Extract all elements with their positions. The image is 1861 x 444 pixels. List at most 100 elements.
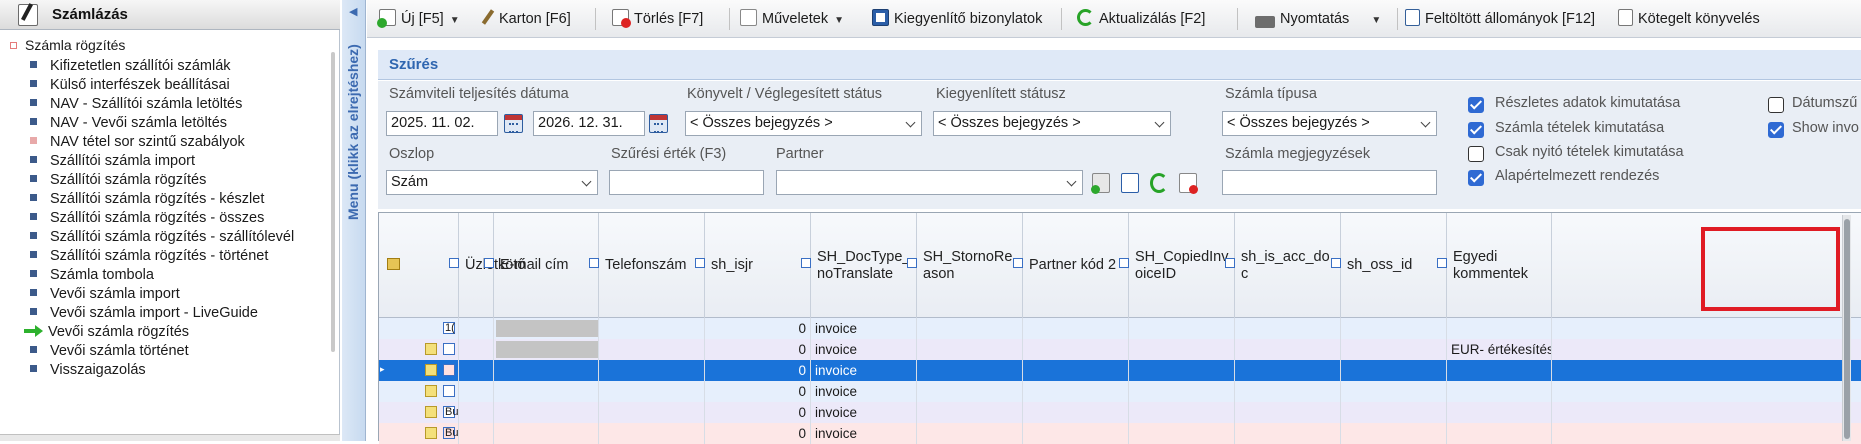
column-header[interactable]: SH_StornoRe ason	[907, 213, 1023, 318]
column-header[interactable]: SH_DocType_ noTranslate	[801, 213, 917, 318]
table-cell[interactable]	[599, 381, 705, 402]
column-header[interactable]: Telefonszám	[589, 213, 705, 318]
column-header[interactable]: SH_CopiedInv oiceID	[1119, 213, 1235, 318]
column-header[interactable]: Egyedi kommentek	[1437, 213, 1552, 318]
column-header[interactable]: sh_is_acc_do c	[1225, 213, 1341, 318]
table-cell[interactable]	[1023, 402, 1129, 423]
table-cell[interactable]	[494, 381, 599, 402]
table-cell[interactable]	[459, 339, 494, 360]
table-cell[interactable]: invoice	[811, 339, 917, 360]
collapse-icon[interactable]	[10, 42, 17, 49]
table-cell[interactable]	[917, 360, 1023, 381]
new-button[interactable]: Új [F5] ▼	[377, 9, 460, 29]
row-checkbox[interactable]	[443, 343, 455, 355]
table-cell[interactable]	[459, 318, 494, 339]
grid-vertical-scrollbar[interactable]	[1842, 215, 1851, 441]
table-cell[interactable]	[1235, 360, 1341, 381]
row-checkbox[interactable]	[443, 385, 455, 397]
table-cell[interactable]: 0	[705, 318, 811, 339]
refresh-button[interactable]: Aktualizálás [F2]	[1077, 9, 1205, 29]
operations-menu[interactable]: Műveletek ▼	[740, 9, 844, 29]
table-cell[interactable]: 0	[705, 360, 811, 381]
sidebar-header[interactable]: Számlázás	[0, 0, 340, 30]
date-from-input[interactable]: 2025. 11. 02.	[386, 111, 498, 136]
table-cell[interactable]	[1341, 318, 1447, 339]
column-filter-icon[interactable]	[484, 258, 494, 268]
booked-status-select[interactable]: < Összes bejegyzés >	[685, 111, 922, 136]
table-cell[interactable]	[459, 360, 494, 381]
column-select[interactable]: Szám	[386, 170, 598, 195]
invoice-items-checkbox[interactable]	[1468, 122, 1484, 138]
table-cell[interactable]: EUR- értékesítés	[1447, 339, 1552, 360]
table-cell[interactable]	[917, 339, 1023, 360]
card-button[interactable]: Karton [F6]	[481, 9, 571, 29]
calendar-icon[interactable]	[649, 114, 668, 133]
table-cell[interactable]	[1129, 381, 1235, 402]
operations-dropdown-arrow-icon[interactable]: ▼	[834, 15, 844, 26]
table-cell[interactable]: 0	[705, 381, 811, 402]
table-cell[interactable]	[599, 402, 705, 423]
table-cell[interactable]	[459, 381, 494, 402]
column-filter-icon[interactable]	[1331, 258, 1341, 268]
column-filter-icon[interactable]	[695, 258, 705, 268]
table-cell[interactable]	[917, 402, 1023, 423]
add-partner-icon[interactable]	[1091, 173, 1110, 194]
grid-select-column-header[interactable]	[379, 213, 459, 318]
table-cell[interactable]	[459, 402, 494, 423]
table-cell[interactable]	[1341, 402, 1447, 423]
table-cell[interactable]	[917, 381, 1023, 402]
show-invoice-checkbox[interactable]	[1768, 122, 1784, 138]
table-cell[interactable]	[1129, 360, 1235, 381]
detailed-data-checkbox[interactable]	[1468, 97, 1484, 113]
table-cell[interactable]	[494, 360, 599, 381]
table-cell[interactable]	[599, 318, 705, 339]
table-cell[interactable]	[1447, 318, 1552, 339]
table-cell[interactable]	[1235, 318, 1341, 339]
column-filter-icon[interactable]	[907, 258, 917, 268]
calendar-icon[interactable]	[504, 114, 523, 133]
table-cell[interactable]	[494, 318, 599, 339]
sidebar-scrollbar[interactable]	[331, 52, 335, 352]
partner-select[interactable]	[776, 170, 1083, 195]
print-button[interactable]: Nyomtatás ▼	[1255, 9, 1381, 29]
table-cell[interactable]: invoice	[811, 381, 917, 402]
column-filter-icon[interactable]	[801, 258, 811, 268]
table-cell[interactable]	[1129, 402, 1235, 423]
table-cell[interactable]	[494, 339, 599, 360]
column-header[interactable]: sh_oss_id	[1331, 213, 1447, 318]
table-row[interactable]: ▸ 0 invoice	[379, 360, 1861, 381]
filter-panel-header[interactable]: Szűrés	[378, 50, 1861, 80]
table-cell[interactable]	[1023, 318, 1129, 339]
table-row[interactable]: Bu 0 invoice	[379, 402, 1861, 423]
table-cell[interactable]	[1235, 381, 1341, 402]
balancing-documents-button[interactable]: Kiegyenlítő bizonylatok	[872, 9, 1042, 29]
batch-posting-button[interactable]: Kötegelt könyvelés	[1618, 9, 1760, 29]
table-cell[interactable]	[1341, 360, 1447, 381]
partner-card-icon[interactable]	[1121, 173, 1139, 193]
refresh-partner-icon[interactable]	[1150, 173, 1168, 193]
table-cell[interactable]	[1447, 360, 1552, 381]
sidebar-item[interactable]: Visszaigazolás	[30, 359, 146, 381]
invoice-type-select[interactable]: < Összes bejegyzés >	[1222, 111, 1437, 136]
column-chooser-icon[interactable]	[387, 258, 400, 270]
table-cell[interactable]	[1023, 381, 1129, 402]
delete-button[interactable]: Törlés [F7]	[612, 9, 703, 29]
table-cell[interactable]	[1023, 339, 1129, 360]
invoice-notes-input[interactable]	[1222, 170, 1437, 195]
table-cell[interactable]	[494, 402, 599, 423]
column-filter-icon[interactable]	[1119, 258, 1129, 268]
tree-root-item[interactable]: Számla rögzítés	[10, 35, 125, 55]
table-row[interactable]: 0 invoice	[379, 381, 1861, 402]
table-cell[interactable]	[1129, 339, 1235, 360]
table-cell[interactable]: 0	[705, 402, 811, 423]
table-cell[interactable]: invoice	[811, 360, 917, 381]
filter-value-input[interactable]	[609, 170, 764, 195]
column-filter-icon[interactable]	[1225, 258, 1235, 268]
table-cell[interactable]: invoice	[811, 402, 917, 423]
table-cell[interactable]: invoice	[811, 318, 917, 339]
scrollbar-thumb[interactable]	[1844, 219, 1850, 439]
print-dropdown-arrow-icon[interactable]: ▼	[1371, 15, 1381, 26]
sidebar-horizontal-scrollbar[interactable]	[0, 434, 340, 441]
column-header[interactable]: Partner kód 2	[1013, 213, 1129, 318]
table-cell[interactable]	[1341, 339, 1447, 360]
